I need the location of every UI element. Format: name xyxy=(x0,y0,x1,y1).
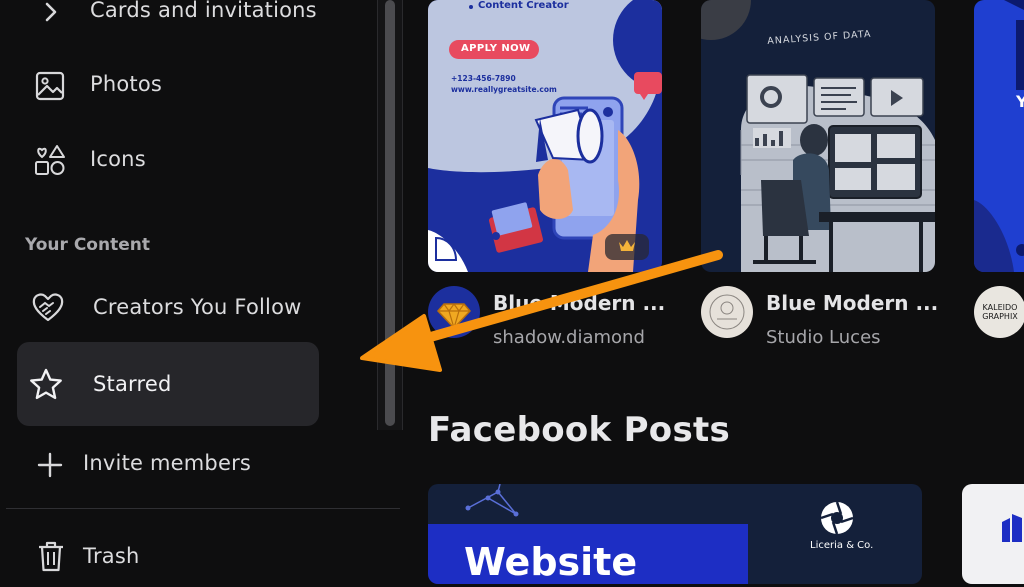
sidebar-scrollbar-thumb[interactable] xyxy=(385,0,395,426)
preview-bullet-text: Content Creator xyxy=(478,0,569,11)
sidebar-item-invite-members[interactable]: Invite members xyxy=(0,434,372,494)
section-heading-facebook-posts: Facebook Posts xyxy=(428,410,731,450)
shapes-icon xyxy=(32,142,68,178)
preview-apply-button: APPLY NOW xyxy=(461,43,531,54)
creator-avatar-shadow-diamond[interactable] xyxy=(428,286,480,338)
crown-icon xyxy=(618,238,636,257)
sidebar-item-label: Creators You Follow xyxy=(93,295,302,319)
preview-phone: +123-456-7890 xyxy=(451,74,516,83)
sidebar-item-label: Trash xyxy=(83,544,140,568)
template-card-3[interactable]: Y xyxy=(974,0,1024,272)
sidebar-item-label: Starred xyxy=(93,372,172,396)
premium-crown-badge xyxy=(605,234,649,260)
sidebar-item-cards-and-invitations[interactable]: Cards and invitations xyxy=(0,0,372,42)
sidebar-item-trash[interactable]: Trash xyxy=(0,527,372,587)
section-title-your-content: Your Content xyxy=(25,235,150,255)
facebook-post-card-1[interactable]: Liceria & Co. Website xyxy=(428,484,922,584)
template-author[interactable]: shadow.diamond xyxy=(493,327,645,348)
preview-letter: Y xyxy=(1016,92,1024,111)
template-title[interactable]: Blue Modern ... xyxy=(766,291,938,315)
template-title[interactable]: Blue Modern ... xyxy=(493,291,665,315)
plus-icon xyxy=(35,450,65,480)
image-icon xyxy=(33,69,67,103)
sidebar-item-label: Invite members xyxy=(83,451,252,475)
sidebar-item-label: Icons xyxy=(90,147,146,171)
star-icon xyxy=(28,367,64,403)
sidebar-item-photos[interactable]: Photos xyxy=(0,55,372,115)
sidebar-item-label: Photos xyxy=(90,72,163,96)
sidebar-item-creators-you-follow[interactable]: Creators You Follow xyxy=(0,278,372,338)
preview-url: www.reallygreatsite.com xyxy=(451,85,557,94)
sidebar-item-starred[interactable]: Starred xyxy=(17,355,319,415)
template-preview-art xyxy=(428,0,662,272)
trash-icon xyxy=(36,539,66,573)
preview-headline: Website xyxy=(464,540,638,584)
facebook-post-card-2[interactable] xyxy=(962,484,1024,584)
template-author[interactable]: Studio Luces xyxy=(766,327,881,348)
avatar-logo-text: KALEIDO xyxy=(982,303,1018,312)
camera-aperture-logo xyxy=(819,500,855,536)
template-card-2[interactable]: ANALYSIS OF DATA xyxy=(701,0,935,272)
preview-brand: Liceria & Co. xyxy=(810,540,874,551)
avatar-logo-text: GRAPHIX xyxy=(982,312,1018,321)
sidebar: Cards and invitations Photos Icons Your … xyxy=(0,0,400,574)
chevron-right-icon xyxy=(38,0,64,26)
creator-avatar-kaleido-graphix[interactable]: KALEIDO GRAPHIX xyxy=(974,286,1024,338)
sidebar-item-icons[interactable]: Icons xyxy=(0,130,372,190)
template-preview-art xyxy=(974,0,1024,272)
sidebar-divider xyxy=(6,508,400,509)
template-card-1[interactable]: Content Creator APPLY NOW +123-456-7890 … xyxy=(428,0,662,272)
sidebar-item-label: Cards and invitations xyxy=(90,0,317,22)
building-icon xyxy=(998,512,1024,546)
heart-handshake-icon xyxy=(30,290,66,324)
creator-avatar-studio-luces[interactable] xyxy=(701,286,753,338)
